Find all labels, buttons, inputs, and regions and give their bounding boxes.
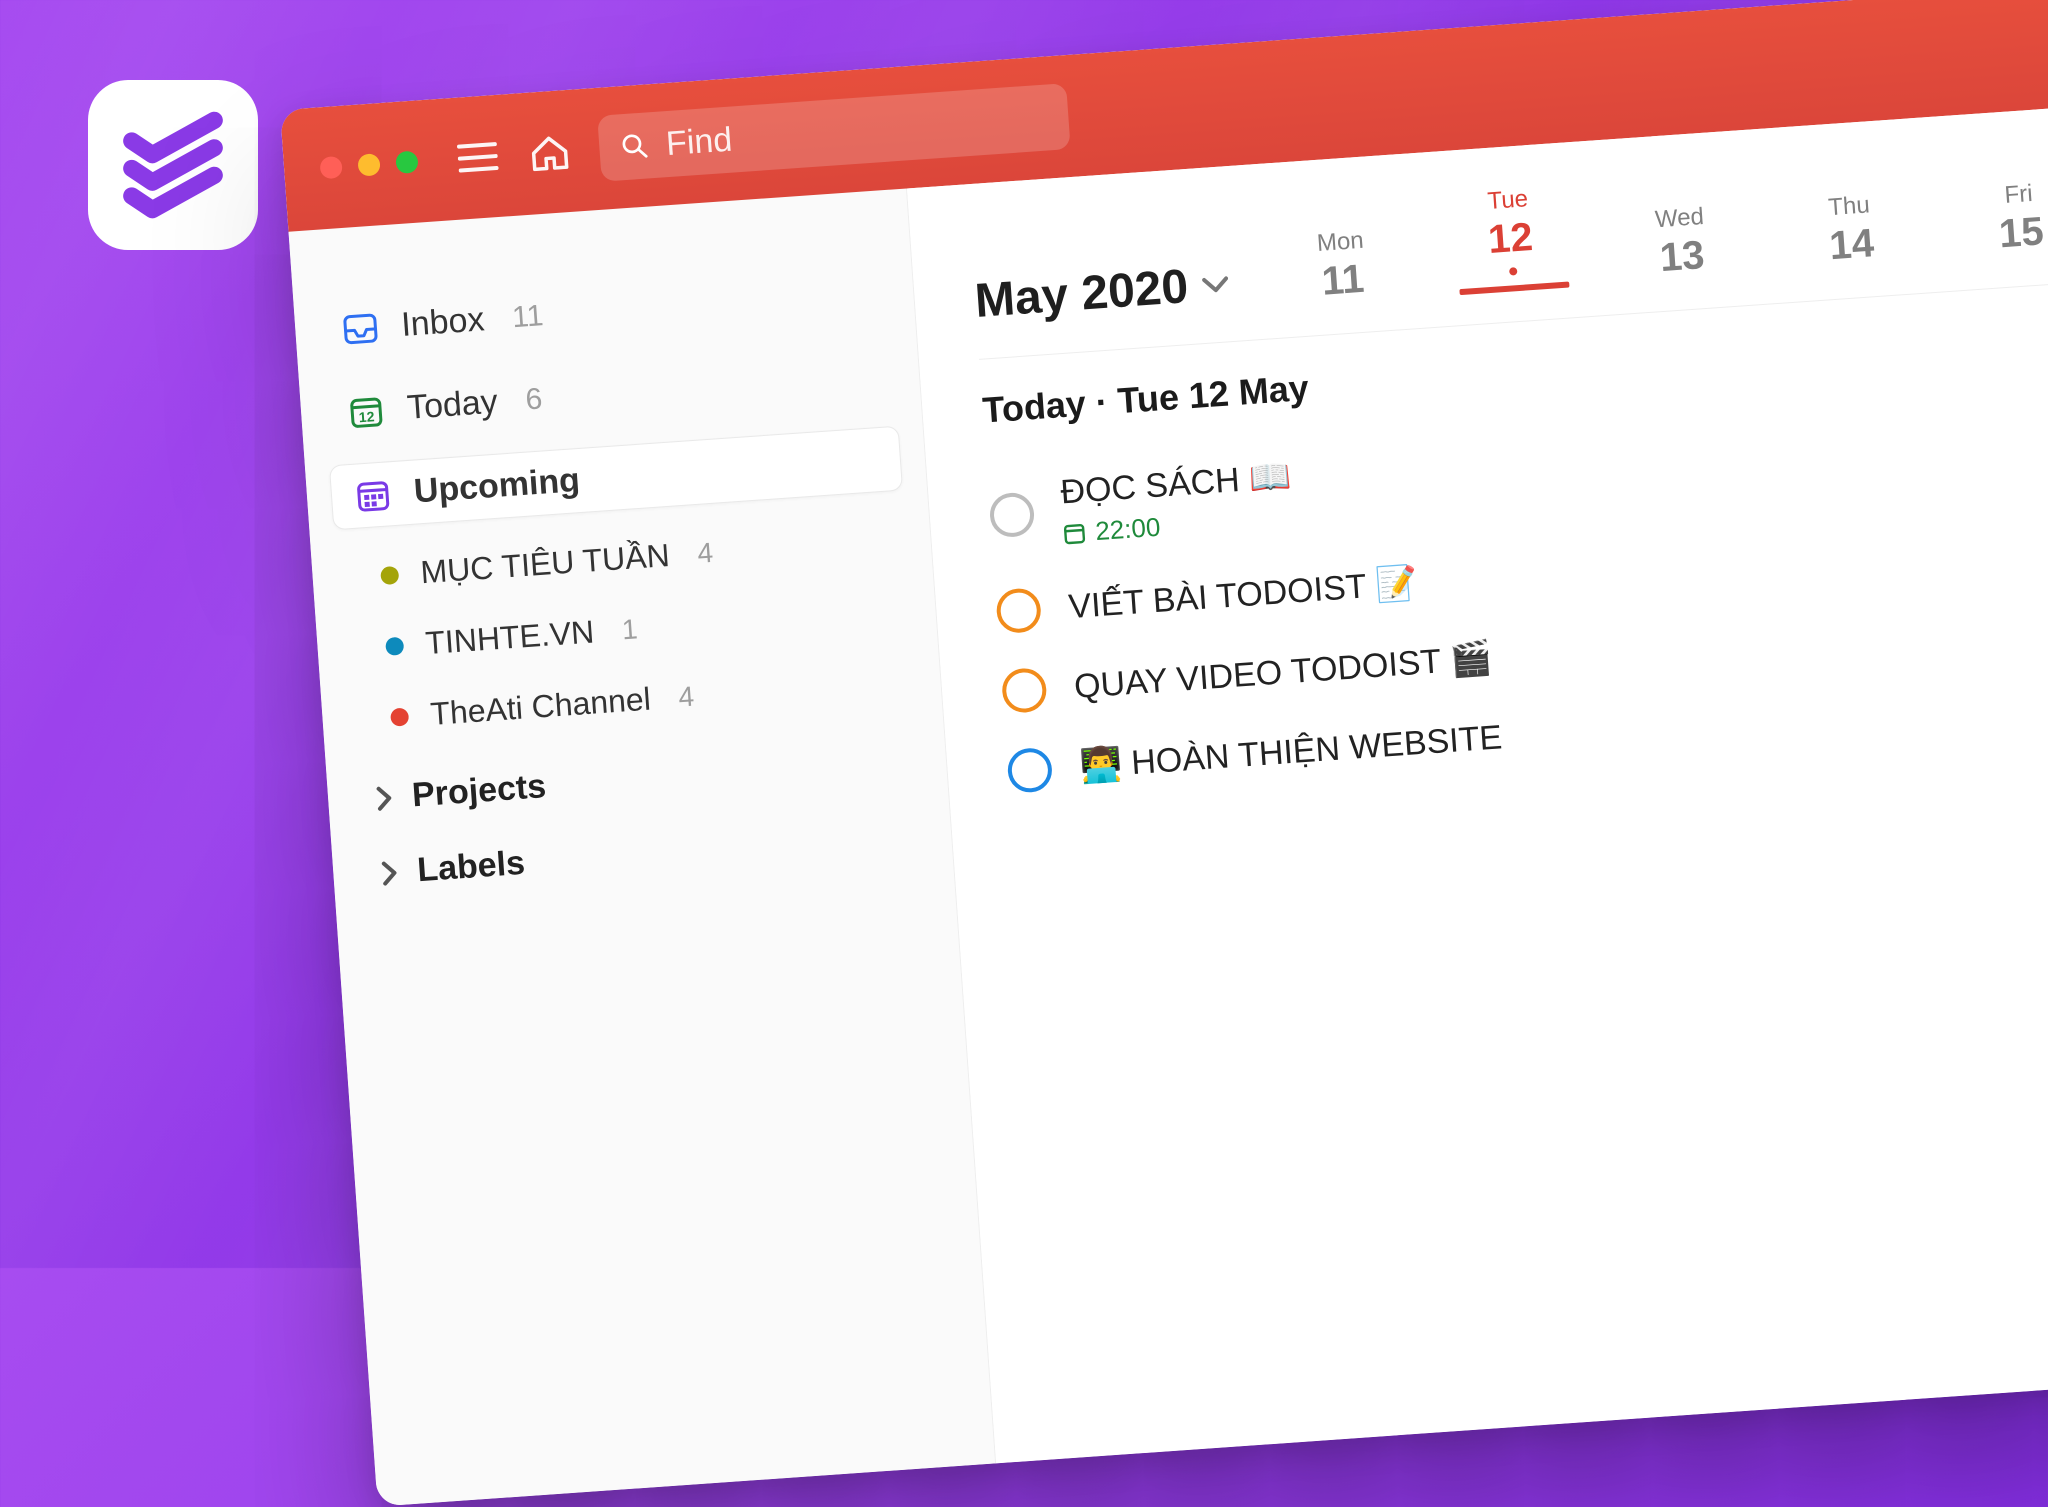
- project-label: TINHTE.VN: [424, 613, 595, 662]
- day-num: 11: [1287, 254, 1400, 307]
- task-due-text: 22:00: [1094, 512, 1161, 547]
- section-label: Projects: [411, 767, 548, 815]
- content-split: Inbox 11 12 Today 6: [289, 64, 2048, 1506]
- project-color-dot: [385, 636, 404, 655]
- search-icon: [620, 130, 649, 162]
- sidebar-item-count: 11: [511, 299, 544, 335]
- day-num: 15: [1965, 207, 2048, 260]
- task-checkbox[interactable]: [989, 491, 1036, 538]
- project-count: 1: [621, 613, 639, 646]
- month-picker[interactable]: May 2020: [973, 256, 1230, 329]
- sidebar-item-upcoming[interactable]: Upcoming: [329, 426, 903, 531]
- calendar-upcoming-icon: [353, 475, 394, 516]
- search-input[interactable]: [665, 98, 1048, 163]
- main-panel: May 2020 Mon 11 Tue 12: [907, 64, 2048, 1463]
- chevron-down-icon: [1201, 275, 1228, 295]
- project-color-dot: [390, 707, 409, 726]
- search-field[interactable]: [597, 83, 1070, 182]
- sidebar: Inbox 11 12 Today 6: [289, 188, 997, 1506]
- day-num: 12: [1454, 213, 1567, 266]
- day-cell-tue[interactable]: Tue 12: [1452, 183, 1569, 295]
- project-count: 4: [677, 680, 695, 713]
- section-label: Labels: [416, 844, 526, 890]
- window-minimize-button[interactable]: [357, 153, 380, 176]
- day-num: 13: [1626, 231, 1739, 284]
- project-label: TheAti Channel: [429, 681, 652, 733]
- chevron-right-icon: [373, 784, 395, 811]
- inbox-icon: [340, 308, 381, 349]
- day-dow: Fri: [1963, 177, 2048, 213]
- task-body: ĐỌC SÁCH 📖 22:00: [1059, 456, 1295, 549]
- sidebar-item-label: Today: [406, 383, 499, 428]
- task-title: VIẾT BÀI TODOIST 📝: [1067, 563, 1419, 627]
- window-stage: Inbox 11 12 Today 6: [280, 0, 2048, 1507]
- task-title: QUAY VIDEO TODOIST 🎬: [1073, 638, 1494, 707]
- sidebar-item-inbox[interactable]: Inbox 11: [317, 260, 891, 363]
- window-maximize-button[interactable]: [395, 151, 418, 174]
- home-button[interactable]: [526, 132, 573, 173]
- day-cell-thu[interactable]: Thu 14: [1793, 189, 1908, 271]
- day-cell-fri[interactable]: Fri 15: [1963, 177, 2048, 259]
- task-checkbox[interactable]: [1006, 747, 1053, 794]
- chevron-right-icon: [379, 859, 401, 886]
- today-dot: [1508, 267, 1517, 276]
- window-close-button[interactable]: [319, 156, 342, 179]
- day-cell-mon[interactable]: Mon 11: [1284, 225, 1399, 307]
- sidebar-item-count: 6: [524, 382, 543, 417]
- app-window: Inbox 11 12 Today 6: [280, 0, 2048, 1507]
- calendar-today-icon: 12: [346, 391, 387, 432]
- task-checkbox[interactable]: [995, 587, 1042, 634]
- day-cell-wed[interactable]: Wed 13: [1624, 201, 1739, 283]
- todoist-logo-icon: [118, 110, 228, 220]
- sidebar-item-label: Inbox: [400, 300, 486, 345]
- hamburger-icon: [457, 140, 499, 175]
- home-icon: [528, 133, 570, 172]
- day-num: 14: [1795, 219, 1908, 272]
- task-title: 👨‍💻 HOÀN THIỆN WEBSITE: [1078, 717, 1503, 786]
- project-label: MỤC TIÊU TUẦN: [419, 537, 670, 591]
- sidebar-item-label: Upcoming: [413, 461, 582, 511]
- window-traffic-lights: [319, 151, 418, 180]
- brand-tile: [88, 80, 258, 250]
- menu-button[interactable]: [455, 137, 502, 178]
- project-count: 4: [696, 536, 714, 569]
- svg-text:12: 12: [358, 408, 375, 425]
- month-title-text: May 2020: [973, 259, 1190, 329]
- calendar-mini-icon: [1063, 521, 1086, 544]
- sidebar-item-today[interactable]: 12 Today 6: [323, 343, 897, 446]
- project-color-dot: [380, 565, 399, 584]
- today-underline: [1459, 282, 1569, 296]
- task-checkbox[interactable]: [1001, 667, 1048, 714]
